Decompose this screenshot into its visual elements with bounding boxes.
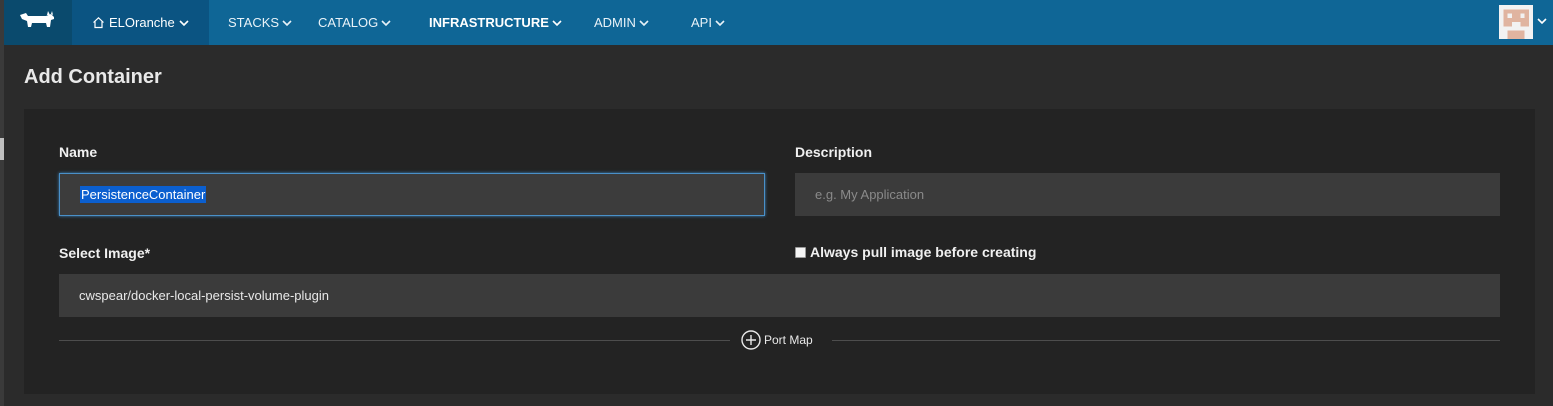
window-edge xyxy=(0,0,4,406)
window-edge-marker xyxy=(0,138,4,160)
brand-logo[interactable] xyxy=(4,0,72,45)
nav-infrastructure[interactable]: INFRASTRUCTURE xyxy=(429,0,562,45)
description-label: Description xyxy=(795,144,873,160)
description-input[interactable]: e.g. My Application xyxy=(795,173,1500,216)
nav-catalog-label: CATALOG xyxy=(318,15,379,30)
chevron-down-icon[interactable] xyxy=(1537,17,1547,25)
name-input[interactable]: PersistenceContainer xyxy=(59,173,765,216)
plus-circle-icon xyxy=(740,329,762,351)
cow-logo-icon xyxy=(18,9,58,36)
port-map-label: Port Map xyxy=(764,333,813,347)
form-panel xyxy=(24,109,1535,394)
chevron-down-icon xyxy=(639,19,649,27)
always-pull-option: Always pull image before creating xyxy=(795,244,1036,260)
top-navigation: ELOranche STACKS CATALOG INFRASTRUCTURE … xyxy=(4,0,1553,45)
name-label: Name xyxy=(59,144,98,160)
chevron-down-icon xyxy=(381,19,391,27)
nav-api-label: API xyxy=(691,15,712,30)
chevron-down-icon xyxy=(715,19,725,27)
nav-catalog[interactable]: CATALOG xyxy=(318,0,391,45)
nav-admin-label: ADMIN xyxy=(594,15,636,30)
home-icon xyxy=(92,16,105,29)
divider-right xyxy=(832,340,1500,341)
chevron-down-icon xyxy=(179,19,189,27)
environment-switcher[interactable]: ELOranche xyxy=(72,0,209,45)
page-title: Add Container xyxy=(24,66,162,88)
image-input-value: cwspear/docker-local-persist-volume-plug… xyxy=(79,288,329,303)
nav-stacks[interactable]: STACKS xyxy=(228,0,292,45)
always-pull-label: Always pull image before creating xyxy=(810,244,1037,260)
environment-name: ELOranche xyxy=(109,15,175,30)
name-input-value: PersistenceContainer xyxy=(80,186,207,203)
divider-left xyxy=(59,340,730,341)
nav-admin[interactable]: ADMIN xyxy=(594,0,649,45)
nav-infrastructure-label: INFRASTRUCTURE xyxy=(429,15,549,30)
nav-api[interactable]: API xyxy=(691,0,725,45)
port-map-button[interactable]: Port Map xyxy=(740,330,813,350)
image-input[interactable]: cwspear/docker-local-persist-volume-plug… xyxy=(59,274,1500,317)
user-avatar-icon[interactable] xyxy=(1499,5,1533,39)
chevron-down-icon xyxy=(282,19,292,27)
select-image-label: Select Image* xyxy=(59,245,151,261)
nav-stacks-label: STACKS xyxy=(228,15,280,30)
description-placeholder: e.g. My Application xyxy=(815,187,925,202)
always-pull-checkbox[interactable] xyxy=(795,246,806,258)
chevron-down-icon xyxy=(552,19,562,27)
